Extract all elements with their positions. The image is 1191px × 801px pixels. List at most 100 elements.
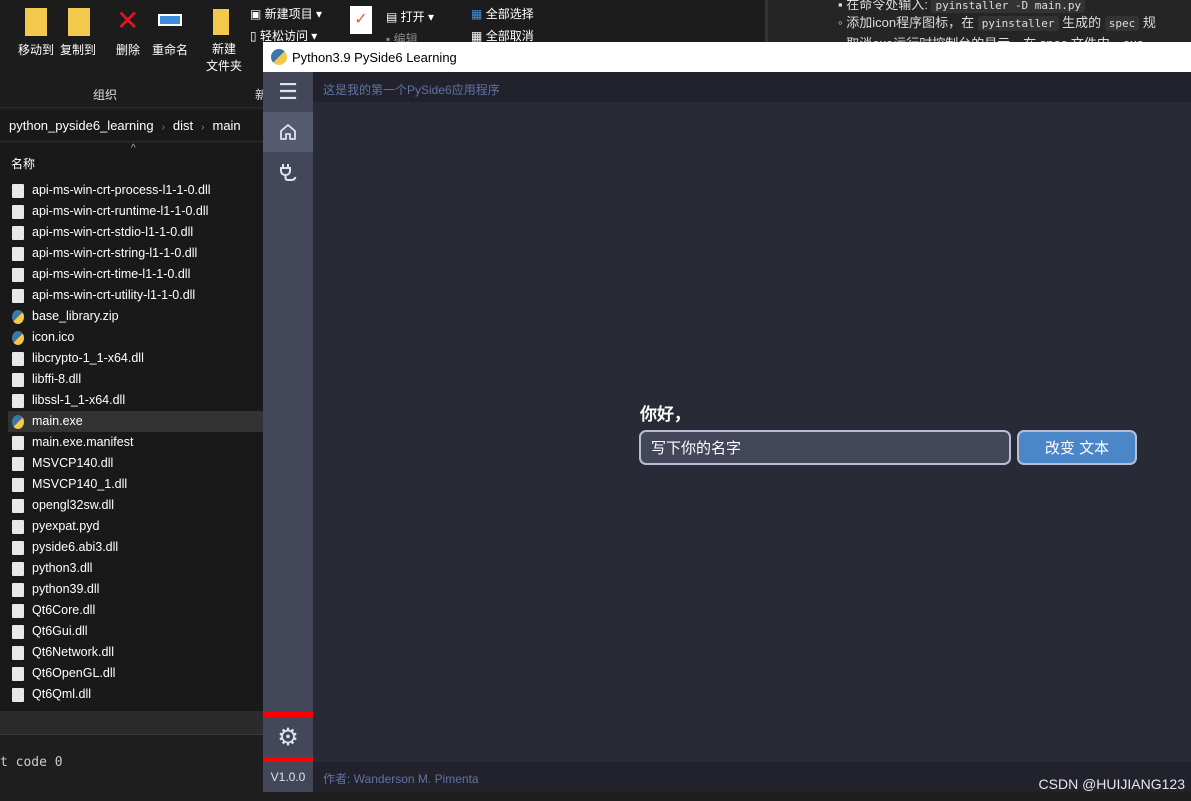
file-row[interactable]: python39.dll <box>8 579 263 600</box>
pyside-app-window: Python3.9 PySide6 Learning ☰ ⚙ 这是我的第一个Py… <box>263 42 1191 792</box>
home-icon <box>280 124 296 140</box>
author-label: 作者: Wanderson M. Pimenta <box>323 772 479 786</box>
file-name: api-ms-win-crt-runtime-l1-1-0.dll <box>32 204 209 218</box>
file-icon <box>12 268 24 282</box>
file-row[interactable]: libssl-1_1-x64.dll <box>8 390 263 411</box>
file-row[interactable]: Qt6Gui.dll <box>8 621 263 642</box>
copy-to-button[interactable]: 复制到 <box>60 41 96 58</box>
file-row[interactable]: pyexpat.pyd <box>8 516 263 537</box>
panel <box>0 711 263 735</box>
breadcrumb-item[interactable]: dist <box>173 118 193 133</box>
sort-up-icon: ^ <box>131 143 136 154</box>
file-row[interactable]: api-ms-win-crt-string-l1-1-0.dll <box>8 243 263 264</box>
file-row[interactable]: api-ms-win-crt-utility-l1-1-0.dll <box>8 285 263 306</box>
select-none-label: 全部取消 <box>485 29 534 43</box>
version-label: V1.0.0 <box>270 770 306 784</box>
copy-to-icon <box>68 8 90 36</box>
file-name: opengl32sw.dll <box>32 498 115 512</box>
file-icon <box>12 373 24 387</box>
move-to-button[interactable]: 移动到 <box>18 41 54 58</box>
new-folder-label-1: 新建 <box>212 42 237 56</box>
file-name: main.exe <box>32 414 83 428</box>
file-name: python3.dll <box>32 561 93 575</box>
file-icon <box>12 499 24 513</box>
file-name: Qt6Qml.dll <box>32 687 92 701</box>
title-bar: Python3.9 PySide6 Learning <box>263 42 1191 72</box>
chevron-right-icon: › <box>161 122 165 133</box>
rename-button[interactable]: 重命名 <box>152 41 188 58</box>
file-name: api-ms-win-crt-utility-l1-1-0.dll <box>32 288 196 302</box>
watermark: CSDN @HUIJIANG123 <box>1038 776 1185 792</box>
file-icon <box>12 562 24 576</box>
file-row[interactable]: Qt6Qml.dll <box>8 684 263 705</box>
settings-button[interactable]: ⚙ <box>263 717 313 757</box>
md-line-2: ◦ 添加icon程序图标，在 pyinstaller 生成的 spec 规 <box>838 15 1156 31</box>
file-row[interactable]: base_library.zip <box>8 306 263 327</box>
file-name: libcrypto-1_1-x64.dll <box>32 351 144 365</box>
file-row[interactable]: Qt6OpenGL.dll <box>8 663 263 684</box>
file-name: Qt6Core.dll <box>32 603 96 617</box>
python-file-icon <box>12 331 24 345</box>
file-icon <box>12 394 24 408</box>
file-name: pyside6.abi3.dll <box>32 540 119 554</box>
file-row[interactable]: api-ms-win-crt-stdio-l1-1-0.dll <box>8 222 263 243</box>
new-folder-label-2: 文件夹 <box>206 59 243 73</box>
app-description: 这是我的第一个PySide6应用程序 <box>323 83 500 97</box>
new-item-label: 新建项目 <box>264 7 313 21</box>
file-row[interactable]: api-ms-win-crt-time-l1-1-0.dll <box>8 264 263 285</box>
file-name: libssl-1_1-x64.dll <box>32 393 126 407</box>
file-list-header: ^ 名称 <box>0 143 263 178</box>
file-icon <box>12 205 24 219</box>
file-name: libffi-8.dll <box>32 372 82 386</box>
markdown-preview: ▪ 在命令处输入: pyinstaller -D main.py ◦ 添加ico… <box>765 0 1191 51</box>
terminal-output: t code 0 <box>0 755 63 770</box>
rename-icon <box>158 14 182 26</box>
file-row[interactable]: opengl32sw.dll <box>8 495 263 516</box>
python-file-icon <box>12 310 24 324</box>
file-row[interactable]: api-ms-win-crt-process-l1-1-0.dll <box>8 180 263 201</box>
file-icon <box>12 688 24 702</box>
file-row[interactable]: icon.ico <box>8 327 263 348</box>
delete-button[interactable]: 删除 <box>116 41 140 58</box>
file-row[interactable]: python3.dll <box>8 558 263 579</box>
file-row[interactable]: libffi-8.dll <box>8 369 263 390</box>
plugin-button[interactable] <box>263 152 313 192</box>
file-row[interactable]: pyside6.abi3.dll <box>8 537 263 558</box>
file-row[interactable]: main.exe <box>8 411 263 432</box>
change-text-button[interactable]: 改变 文本 <box>1017 430 1137 465</box>
file-icon <box>12 667 24 681</box>
properties-icon: ✓ <box>350 6 372 34</box>
new-folder-button[interactable]: 新建 文件夹 <box>206 41 242 75</box>
menu-icon: ☰ <box>278 79 298 104</box>
column-name-header[interactable]: 名称 <box>11 155 35 172</box>
select-all-button[interactable]: ▦ 全部选择 <box>471 5 534 22</box>
file-icon <box>12 583 24 597</box>
home-button[interactable] <box>263 112 313 152</box>
plug-icon <box>280 164 297 181</box>
python-logo-icon <box>271 49 287 65</box>
open-button[interactable]: ▤ 打开 ▾ <box>386 8 434 25</box>
file-row[interactable]: MSVCP140_1.dll <box>8 474 263 495</box>
file-icon <box>12 289 24 303</box>
file-list: api-ms-win-crt-process-l1-1-0.dll api-ms-… <box>0 178 263 711</box>
delete-icon: ✕ <box>116 5 140 36</box>
top-bar: 这是我的第一个PySide6应用程序 <box>313 72 1191 102</box>
file-row[interactable]: Qt6Network.dll <box>8 642 263 663</box>
file-icon <box>12 352 24 366</box>
file-row[interactable]: api-ms-win-crt-runtime-l1-1-0.dll <box>8 201 263 222</box>
file-row[interactable]: MSVCP140.dll <box>8 453 263 474</box>
menu-toggle-button[interactable]: ☰ <box>263 72 313 112</box>
file-row[interactable]: libcrypto-1_1-x64.dll <box>8 348 263 369</box>
new-folder-icon <box>213 9 229 35</box>
file-icon <box>12 457 24 471</box>
breadcrumb-item[interactable]: python_pyside6_learning <box>9 118 154 133</box>
name-input[interactable] <box>639 430 1011 465</box>
file-icon <box>12 625 24 639</box>
new-item-button[interactable]: ▣ 新建项目 ▾ <box>250 5 322 22</box>
file-name: base_library.zip <box>32 309 119 323</box>
file-row[interactable]: Qt6Core.dll <box>8 600 263 621</box>
gear-icon: ⚙ <box>277 723 299 751</box>
breadcrumb-item[interactable]: main <box>212 118 240 133</box>
file-icon <box>12 520 24 534</box>
file-row[interactable]: main.exe.manifest <box>8 432 263 453</box>
